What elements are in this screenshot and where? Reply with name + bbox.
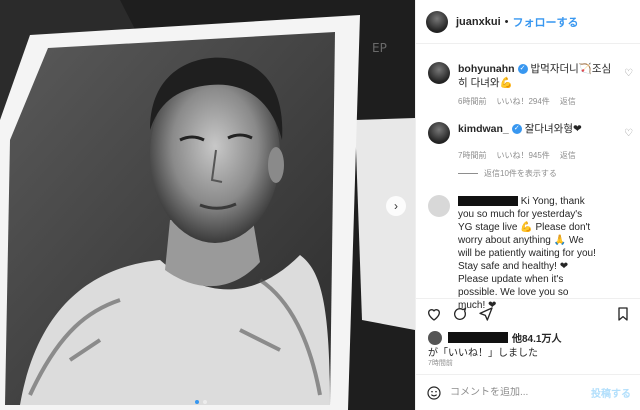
comment-body: kimdwan_ ✓ 잘다녀와형❤ xyxy=(458,122,618,136)
comment-likes[interactable]: いいね！294件 xyxy=(496,96,549,107)
post-image[interactable]: EP › xyxy=(0,0,415,410)
commenter-avatar[interactable] xyxy=(428,62,450,84)
comment-meta: 7時間前 いいね！945件 返信 xyxy=(458,150,633,161)
comment-time: 7時間前 xyxy=(458,151,487,160)
printer-logo: EP xyxy=(372,41,387,55)
verified-badge-icon: ✓ xyxy=(511,124,522,135)
comment-text: Ki Yong, thank you so much for yesterday… xyxy=(458,196,596,311)
comment-icon[interactable] xyxy=(452,306,468,322)
verified-badge-icon: ✓ xyxy=(517,64,528,75)
author-avatar[interactable] xyxy=(426,10,448,33)
commenter-username[interactable]: bohyunahn xyxy=(458,63,515,75)
comment-input[interactable] xyxy=(450,387,591,398)
comment-item: Ki Yong, thank you so much for yesterday… xyxy=(428,195,633,312)
bookmark-icon[interactable] xyxy=(615,306,631,322)
post-sidebar: juanxkui • フォローする bohyunahn ✓ 밥먹자더니🏹조심히 다… xyxy=(415,0,640,410)
commenter-avatar[interactable] xyxy=(428,195,450,217)
post-comment-button[interactable]: 投稿する xyxy=(591,385,631,400)
carousel-dot xyxy=(203,400,207,404)
follow-button[interactable]: フォローする xyxy=(512,14,578,30)
comment-likes[interactable]: いいね！945件 xyxy=(496,150,549,161)
carousel-indicators xyxy=(195,400,207,404)
view-replies-label: 返信10件を表示する xyxy=(484,169,557,178)
printed-portrait-photo: EP xyxy=(0,0,415,410)
comment-time: 6時間前 xyxy=(458,97,487,106)
likes-count[interactable]: 他84.1万人 xyxy=(512,330,561,345)
redacted-liker-name xyxy=(448,332,508,343)
divider-line xyxy=(458,173,478,174)
liked-by-text: が「いいね！」しました xyxy=(428,348,538,359)
carousel-dot-active xyxy=(195,400,199,404)
heart-icon[interactable] xyxy=(426,306,442,322)
chevron-right-icon: › xyxy=(394,199,398,213)
comment-text: 잘다녀와형❤ xyxy=(524,123,582,135)
emoji-icon[interactable] xyxy=(426,385,442,401)
likes-summary: 他84.1万人 xyxy=(428,330,561,345)
commenter-username[interactable]: kimdwan_ xyxy=(458,123,509,135)
comment-item: kimdwan_ ✓ 잘다녀와형❤ ♡ 7時間前 いいね！945件 返信 xyxy=(428,122,633,161)
comment-like-heart-icon[interactable]: ♡ xyxy=(624,68,633,79)
next-image-button[interactable]: › xyxy=(386,196,406,216)
comment-body: Ki Yong, thank you so much for yesterday… xyxy=(458,195,598,312)
action-bar xyxy=(416,298,640,328)
author-username[interactable]: juanxkui xyxy=(456,16,501,28)
share-icon[interactable] xyxy=(478,306,494,322)
add-comment-bar: 投稿する xyxy=(416,374,640,410)
reply-button[interactable]: 返信 xyxy=(560,96,576,107)
liker-avatar[interactable] xyxy=(428,330,442,345)
reply-button[interactable]: 返信 xyxy=(560,150,576,161)
comment-item: bohyunahn ✓ 밥먹자더니🏹조심히 다녀와💪 ♡ 6時間前 いいね！294… xyxy=(428,62,633,107)
commenter-avatar[interactable] xyxy=(428,122,450,144)
post-header: juanxkui • フォローする xyxy=(416,0,640,44)
comment-body: bohyunahn ✓ 밥먹자더니🏹조심히 다녀와💪 xyxy=(458,62,618,90)
view-replies-button[interactable]: 返信10件を表示する xyxy=(458,168,557,179)
separator-dot: • xyxy=(504,15,509,28)
post-time[interactable]: 7時間前 xyxy=(428,358,453,368)
comment-meta: 6時間前 いいね！294件 返信 xyxy=(458,96,633,107)
redacted-username xyxy=(458,196,518,207)
comment-like-heart-icon[interactable]: ♡ xyxy=(624,128,633,139)
